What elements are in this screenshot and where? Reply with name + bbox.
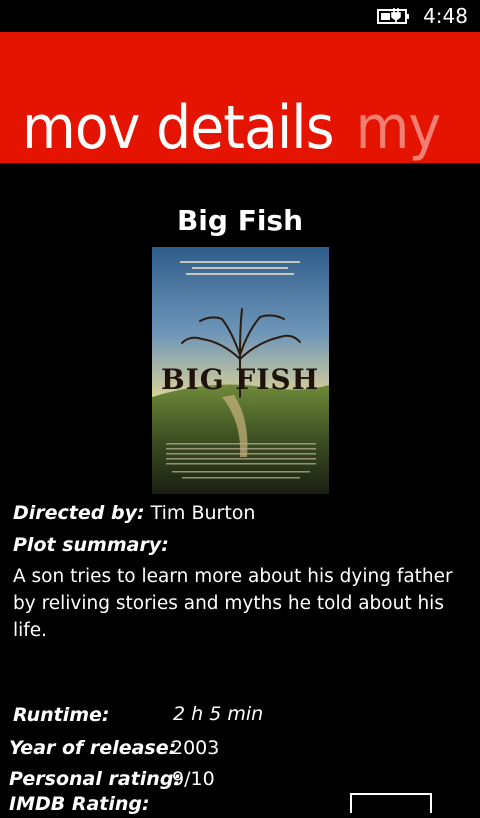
director-value: Tim Burton (150, 502, 256, 524)
pivot-header-movie-details[interactable]: mov details (22, 93, 334, 163)
plot-summary: A son tries to learn more about his dyin… (13, 566, 453, 641)
app-header: mov details my (0, 32, 480, 163)
pivot-headers: mov details my (22, 88, 442, 163)
runtime-value: 2 h 5 min (173, 703, 264, 725)
battery-charging-icon (377, 8, 409, 24)
status-bar: 4:48 (0, 0, 480, 32)
plot-label: Plot summary: (13, 534, 169, 556)
svg-text:BIG FISH: BIG FISH (161, 363, 319, 396)
imdb-label: IMDB Rating: (9, 793, 150, 815)
movie-poster: BIG FISH (152, 247, 329, 494)
director-row: Directed by: Tim Burton (13, 499, 255, 527)
runtime-label: Runtime: (13, 704, 110, 726)
clock: 4:48 (423, 4, 468, 28)
year-value: 2003 (171, 737, 220, 759)
rating-label: Personal rating: (9, 768, 182, 790)
movie-title: Big Fish (176, 204, 304, 237)
year-label: Year of release: (9, 737, 177, 759)
pivot-header-next[interactable]: my (356, 93, 442, 163)
plot-label-row: Plot summary: (13, 531, 169, 559)
rating-value: 9/10 (172, 768, 215, 790)
imdb-rating-box[interactable] (350, 793, 432, 813)
director-label: Directed by: (13, 502, 145, 524)
